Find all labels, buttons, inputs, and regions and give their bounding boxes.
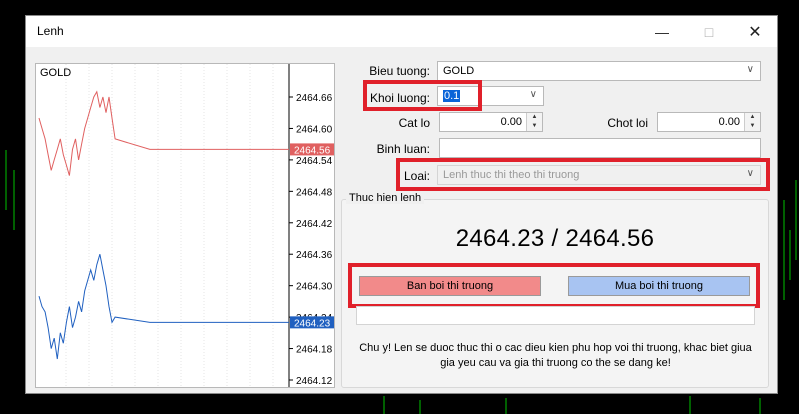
- price-tick-label: 2464.48: [296, 187, 333, 198]
- ask-price-tag: 2464.23: [294, 318, 331, 329]
- title-bar: Lenh — □ ✕: [26, 16, 777, 47]
- bid-price-tag: 2464.56: [294, 145, 331, 156]
- take-profit-value: 0.00: [718, 116, 740, 128]
- price-tick-label: 2464.42: [296, 219, 333, 230]
- price-tick-label: 2464.12: [296, 376, 333, 387]
- price-tick-label: 2464.66: [296, 93, 333, 104]
- comment-label: Binh luan:: [376, 142, 430, 156]
- comment-input[interactable]: [439, 138, 761, 158]
- price-tick-label: 2464.60: [296, 124, 333, 135]
- take-profit-input[interactable]: 0.00 ▲ ▼: [657, 112, 761, 132]
- stop-loss-spinner[interactable]: ▲ ▼: [526, 113, 542, 131]
- tick-chart: GOLD 2464.66 2464.60 2464.54 2464.48 2464.42…: [35, 63, 335, 388]
- minimize-icon[interactable]: —: [639, 16, 685, 47]
- maximize-icon[interactable]: □: [686, 16, 732, 47]
- execution-group-title: Thuc hien lenh: [346, 192, 425, 204]
- take-profit-spinner[interactable]: ▲ ▼: [744, 113, 760, 131]
- type-highlight: [396, 158, 770, 191]
- bid-series-line: [38, 90, 289, 176]
- chevron-down-icon: ∨: [746, 64, 754, 75]
- window-title: Lenh: [37, 24, 64, 38]
- price-tick-label: 2464.54: [296, 156, 333, 167]
- bid-ask-price: 2464.23 / 2464.56: [455, 225, 655, 252]
- price-tick-label: 2464.18: [296, 345, 333, 356]
- take-profit-label: Chot loi: [607, 116, 648, 130]
- volume-highlight: [363, 80, 482, 111]
- execution-note: Chu y! Len se duoc thuc thi o cac dieu k…: [359, 342, 752, 369]
- chevron-down-icon: ∨: [529, 89, 537, 100]
- status-bar: [356, 306, 755, 325]
- symbol-value: GOLD: [443, 65, 475, 77]
- stop-loss-value: 0.00: [500, 116, 522, 128]
- stop-loss-input[interactable]: 0.00 ▲ ▼: [439, 112, 543, 132]
- symbol-label: Bieu tuong:: [369, 64, 430, 78]
- price-tick-label: 2464.36: [296, 250, 333, 261]
- tick-chart-plot: 2464.66 2464.60 2464.54 2464.48 2464.42 2464.…: [38, 64, 334, 387]
- order-dialog: Lenh — □ ✕ GOLD 2464.66 2464.60 2464.54 246…: [25, 15, 778, 394]
- buttons-highlight: [348, 263, 760, 308]
- symbol-select[interactable]: GOLD ∨: [437, 61, 761, 81]
- close-icon[interactable]: ✕: [732, 16, 778, 47]
- price-tick-label: 2464.30: [296, 282, 333, 293]
- stop-loss-label: Cat lo: [398, 116, 430, 130]
- ask-series-line: [38, 254, 289, 360]
